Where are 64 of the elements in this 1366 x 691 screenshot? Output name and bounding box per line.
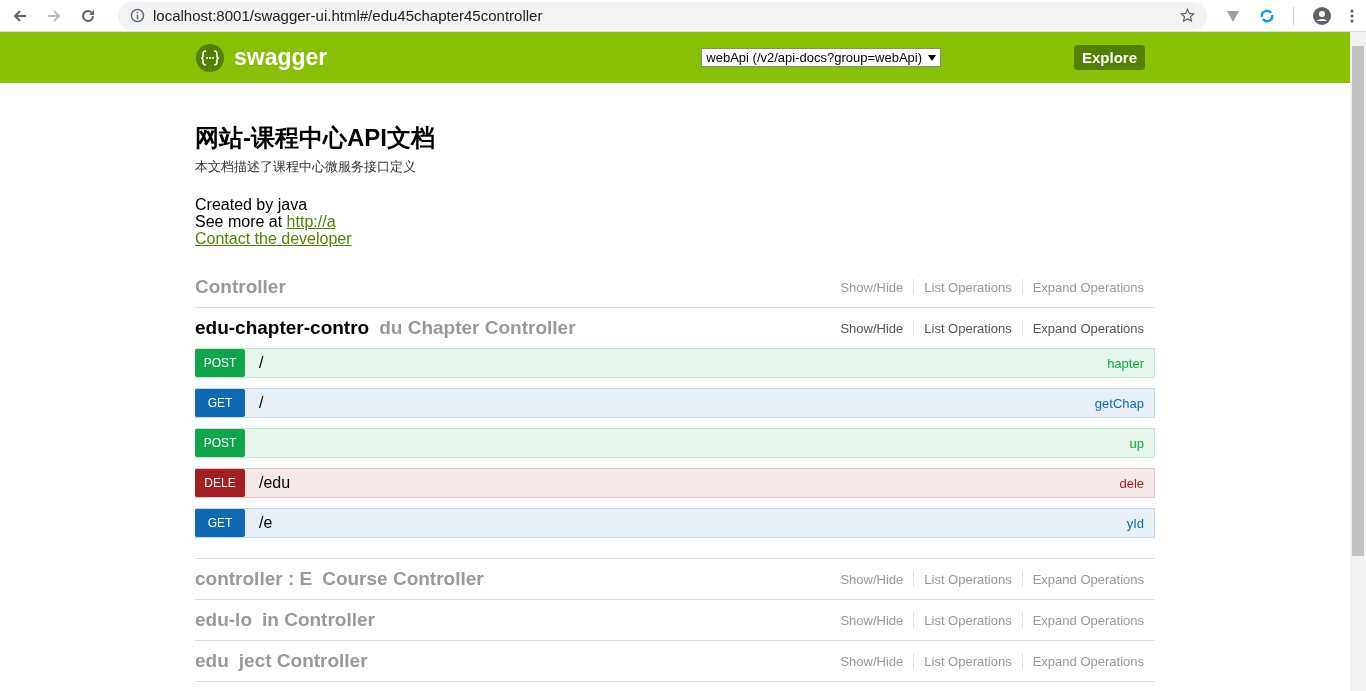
operations-link[interactable]: Expand Operations — [1032, 612, 1144, 628]
endpoint-path: / — [259, 354, 264, 372]
operation-row[interactable]: GET /e yId — [195, 508, 1155, 538]
operations-link[interactable]: Expand Operations — [1032, 320, 1144, 336]
operation-summary: up — [1129, 435, 1144, 451]
operations-link[interactable]: List Operations — [924, 571, 1012, 587]
http-method-badge: GET — [195, 509, 245, 537]
controller-name[interactable]: edu-chapter-contro — [195, 317, 370, 339]
logo-icon — [195, 42, 225, 73]
logo-text: swagger — [234, 44, 328, 71]
operations-link[interactable]: List Operations — [924, 653, 1012, 669]
operation-row[interactable]: DELE /edu dele — [195, 468, 1155, 498]
operation-summary: dele — [1119, 475, 1144, 491]
controller-description[interactable]: in Controller — [262, 609, 375, 631]
operations-link[interactable]: Show/Hide — [840, 279, 904, 295]
created-by-text: Created by java — [195, 196, 309, 213]
http-method-badge: POST — [195, 349, 245, 377]
operation-row[interactable]: POST up — [195, 428, 1155, 458]
operations-link[interactable]: List Operations — [924, 320, 1012, 336]
controller-name[interactable]: edu — [195, 650, 229, 672]
operation-row[interactable]: GET / getChap — [195, 388, 1155, 418]
menu-icon[interactable] — [1350, 7, 1354, 24]
info-icon[interactable] — [130, 8, 145, 23]
http-method-badge: DELE — [195, 469, 245, 497]
see-more-text: See more at — [195, 213, 283, 230]
operations-link[interactable]: List Operations — [924, 612, 1012, 628]
operations-link[interactable]: Expand Operations — [1032, 653, 1144, 669]
endpoint-path: /e — [259, 514, 273, 532]
operations-link[interactable]: Expand Operations — [1032, 279, 1144, 295]
controller-description[interactable]: du Chapter Controller — [379, 317, 576, 339]
operation-summary: getChap — [1094, 395, 1144, 411]
operations-link[interactable]: Show/Hide — [840, 653, 904, 669]
operation-row[interactable]: POST / hapter — [195, 348, 1155, 378]
operation-summary: yId — [1126, 515, 1144, 531]
dropdown-caret-icon — [928, 54, 937, 61]
star-icon[interactable] — [1180, 8, 1195, 23]
operations-link[interactable]: Expand Operations — [1032, 571, 1144, 587]
operations-link[interactable]: Show/Hide — [840, 320, 904, 336]
account-icon[interactable] — [1312, 5, 1332, 26]
scrollbar[interactable] — [1350, 32, 1366, 691]
address-bar[interactable]: localhost:8001/swagger-ui.html#/edu45chapter45controller — [118, 1, 1207, 30]
controller-description[interactable]: Course Controller — [322, 568, 484, 590]
url-text: localhost:8001/swagger-ui.html#/edu45chapter45controller — [153, 7, 544, 24]
back-icon[interactable] — [12, 7, 28, 24]
operations-link[interactable]: Show/Hide — [840, 612, 904, 628]
controller-name[interactable]: edu-lo — [195, 609, 252, 631]
endpoint-path: / — [259, 394, 264, 412]
http-method-badge: POST — [195, 429, 245, 457]
operations-link[interactable]: List Operations — [924, 279, 1012, 295]
http-method-badge: GET — [195, 389, 245, 417]
operations-link[interactable]: Show/Hide — [840, 571, 904, 587]
api-title: 网站-课程中心API文档 — [195, 123, 436, 153]
website-link[interactable]: http://a — [286, 213, 336, 230]
explore-button[interactable]: Explore — [1073, 45, 1145, 70]
controller-description[interactable]: Controller — [195, 276, 286, 298]
reload-icon[interactable] — [80, 7, 96, 24]
api-description: 本文档描述了课程中心微服务接口定义 — [195, 158, 417, 176]
extension-icon[interactable] — [1259, 7, 1275, 24]
operation-summary: hapter — [1107, 355, 1144, 371]
endpoint-path: /edu — [259, 474, 291, 492]
controller-name[interactable]: controller : E — [195, 568, 313, 590]
controller-description[interactable]: ject Controller — [238, 650, 368, 672]
contact-link[interactable]: Contact the developer — [195, 230, 352, 247]
api-select[interactable]: webApi (/v2/api-docs?group=webApi) — [701, 48, 942, 67]
